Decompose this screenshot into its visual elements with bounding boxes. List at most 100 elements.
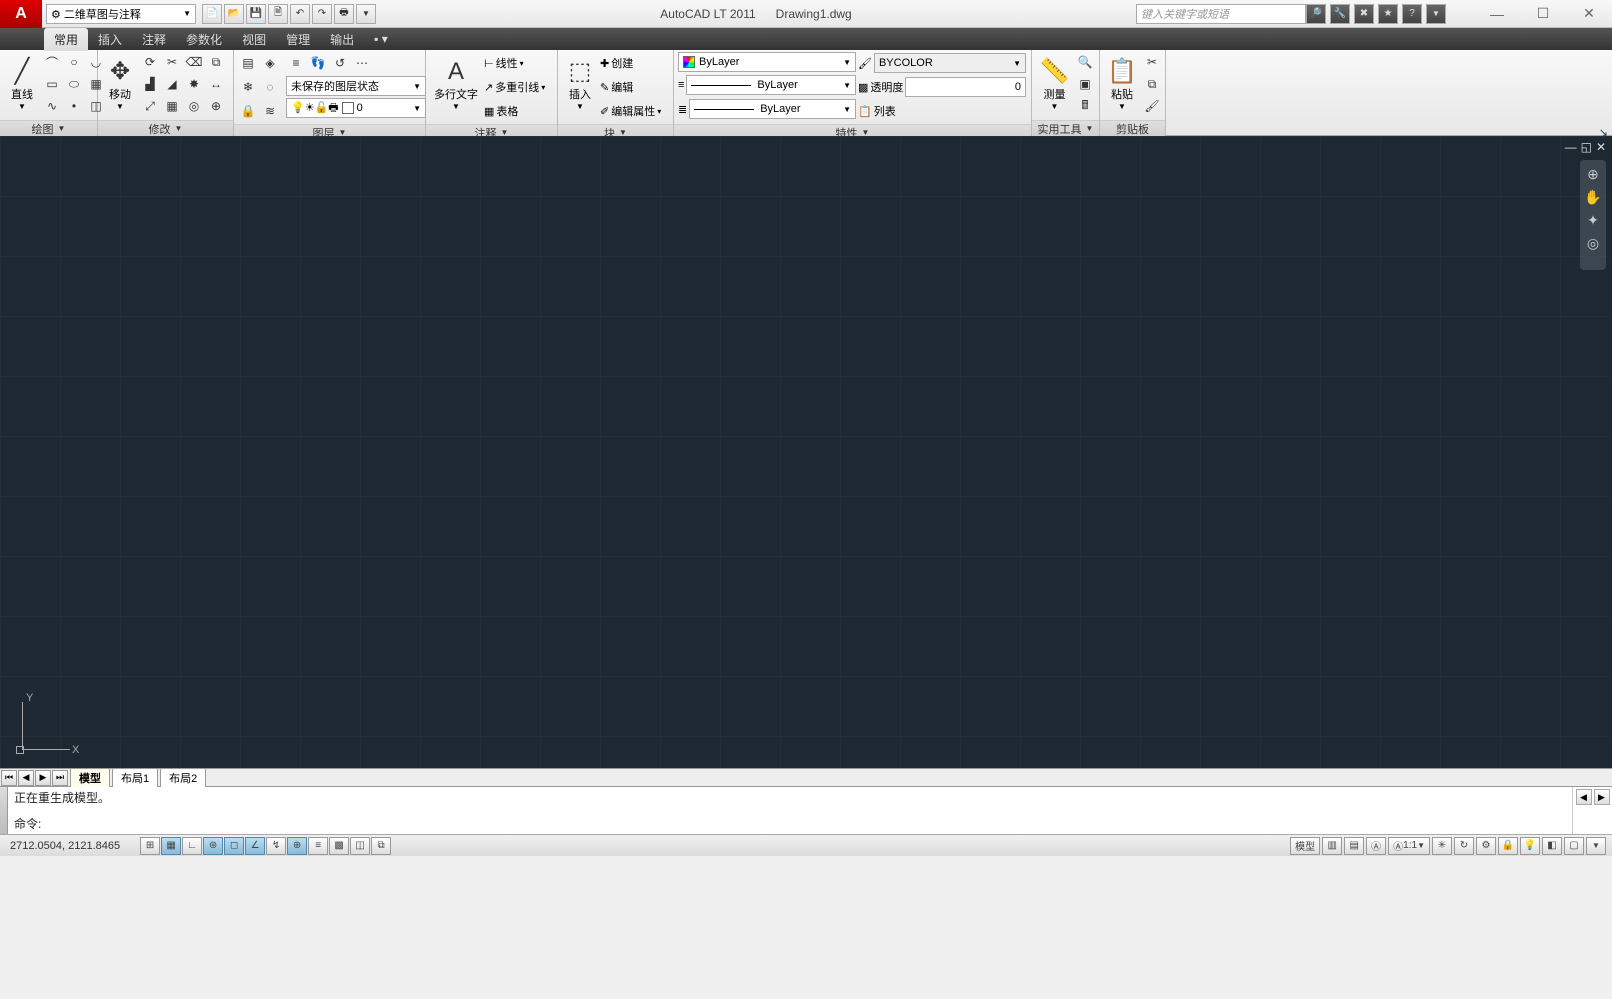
tab-output[interactable]: 输出 (320, 28, 364, 51)
linetype-combo[interactable]: ByLayer▼ (689, 99, 856, 119)
ortho-toggle[interactable]: ∟ (182, 837, 202, 855)
matchprop-icon[interactable]: 🖌 (1142, 96, 1162, 116)
steering-icon[interactable]: ◎ (1587, 235, 1599, 252)
block-create-button[interactable]: ✚ 创建 (600, 52, 661, 74)
layerstate-icon[interactable]: ≡ (286, 53, 306, 73)
layout-tab-layout1[interactable]: 布局1 (112, 768, 158, 787)
zoom-extents-icon[interactable]: ⊕ (1587, 166, 1599, 183)
quickselect-icon[interactable]: 🔍 (1075, 52, 1095, 72)
qat-redo[interactable]: ↷ (312, 4, 332, 24)
annotation-scale[interactable]: Ⓐ 1:1▼ (1388, 837, 1430, 855)
tpy-toggle[interactable]: ▩ (329, 837, 349, 855)
tab-view[interactable]: 视图 (232, 28, 276, 51)
qat-new[interactable]: 📄 (202, 4, 222, 24)
annoauto-toggle[interactable]: ↻ (1454, 837, 1474, 855)
window-maximize[interactable]: ☐ (1520, 0, 1566, 28)
stretch-icon[interactable]: ↔ (206, 74, 226, 94)
cmd-scroll-left[interactable]: ◀ (1576, 789, 1592, 805)
layerwalk-icon[interactable]: 👣 (308, 53, 328, 73)
copy-icon[interactable]: ⧉ (206, 52, 226, 72)
workspace-dropdown[interactable]: ⚙ 二维草图与注释 ▼ (46, 4, 196, 24)
scale-icon[interactable]: ⤢ (140, 96, 160, 116)
hardware-accel[interactable]: 💡 (1520, 837, 1540, 855)
qp-toggle[interactable]: ◫ (350, 837, 370, 855)
doc-minimize[interactable]: — (1565, 140, 1577, 154)
layeriso-icon[interactable]: ◈ (260, 53, 280, 73)
cmd-scroll-right[interactable]: ▶ (1594, 789, 1610, 805)
search-icon[interactable]: 🔎 (1306, 4, 1326, 24)
orbit-icon[interactable]: ✦ (1587, 212, 1599, 229)
app-menu-button[interactable]: A (0, 0, 42, 28)
command-handle[interactable] (0, 787, 8, 834)
isolate-objects[interactable]: ◧ (1542, 837, 1562, 855)
snap-toggle[interactable]: ⊞ (140, 837, 160, 855)
tab-insert[interactable]: 插入 (88, 28, 132, 51)
measure-button[interactable]: 📏 测量 ▼ (1036, 52, 1073, 118)
toolbar-lock[interactable]: 🔒 (1498, 837, 1518, 855)
fillet-icon[interactable]: ◢ (162, 74, 182, 94)
sc-toggle[interactable]: ⧉ (371, 837, 391, 855)
erase-icon[interactable]: ⌫ (184, 52, 204, 72)
paste-button[interactable]: 📋 粘贴 ▼ (1104, 52, 1140, 118)
rotate-icon[interactable]: ⟳ (140, 52, 160, 72)
tab-annotate[interactable]: 注释 (132, 28, 176, 51)
move-button[interactable]: ✥ 移动 ▼ (102, 52, 138, 118)
clean-screen[interactable]: ▢ (1564, 837, 1584, 855)
polar-toggle[interactable]: ⊛ (203, 837, 223, 855)
window-minimize[interactable]: — (1474, 0, 1520, 28)
trim-icon[interactable]: ✂ (162, 52, 182, 72)
offset-icon[interactable]: ◎ (184, 96, 204, 116)
circle-icon[interactable]: ○ (64, 52, 84, 72)
spline-icon[interactable]: ∿ (42, 96, 62, 116)
explode-icon[interactable]: ✸ (184, 74, 204, 94)
rect-icon[interactable]: ▭ (42, 74, 62, 94)
tab-next[interactable]: ▶ (35, 770, 51, 786)
status-tray-more[interactable]: ▼ (1586, 837, 1606, 855)
array-icon[interactable]: ▦ (162, 96, 182, 116)
layerprev-icon[interactable]: ↺ (330, 53, 350, 73)
annovis-toggle[interactable]: ✳ (1432, 837, 1452, 855)
polyline-icon[interactable]: ⌒ (42, 52, 62, 72)
layout-tab-layout2[interactable]: 布局2 (160, 768, 206, 787)
cut-icon[interactable]: ✂ (1142, 52, 1162, 72)
mtext-button[interactable]: A 多行文字 ▼ (430, 52, 482, 118)
line-button[interactable]: ╱ 直线 ▼ (4, 52, 40, 118)
qat-saveas[interactable]: 🗎 (268, 4, 288, 24)
tab-manage[interactable]: 管理 (276, 28, 320, 51)
qat-open[interactable]: 📂 (224, 4, 244, 24)
layeroff-icon[interactable]: ◌ (260, 77, 280, 97)
layer-state-combo[interactable]: 未保存的图层状态▼ (286, 76, 426, 96)
model-paper-toggle[interactable]: 模型 (1290, 837, 1320, 855)
quickview-layouts[interactable]: ▥ (1322, 837, 1342, 855)
qat-more[interactable]: ▼ (356, 4, 376, 24)
dyn-toggle[interactable]: ⊕ (287, 837, 307, 855)
layerfreeze-icon[interactable]: ❄ (238, 77, 258, 97)
point-icon[interactable]: • (64, 96, 84, 116)
selectall-icon[interactable]: ▣ (1075, 74, 1095, 94)
color-combo[interactable]: ByLayer▼ (678, 52, 856, 72)
layer-current-combo[interactable]: 💡☀🔓🖶 0 ▼ (286, 98, 426, 118)
calc-icon[interactable]: 🖩 (1075, 96, 1095, 116)
block-edit-button[interactable]: ✎ 编辑 (600, 76, 661, 98)
tab-prev[interactable]: ◀ (18, 770, 34, 786)
doc-restore[interactable]: ◱ (1581, 140, 1592, 154)
transparency-input[interactable]: 0 (905, 77, 1026, 97)
quickview-drawings[interactable]: ▤ (1344, 837, 1364, 855)
dim-linear-button[interactable]: ⊢ 线性 ▾ (484, 52, 545, 74)
list-button[interactable]: 📋 列表 (858, 100, 1026, 122)
table-button[interactable]: ▦ 表格 (484, 100, 545, 122)
tab-first[interactable]: ⏮ (1, 770, 17, 786)
help-dropdown[interactable]: ▼ (1426, 4, 1446, 24)
infocenter-search[interactable]: 键入关键字或短语 (1136, 4, 1306, 24)
plotstyle-combo[interactable]: BYCOLOR▼ (874, 53, 1026, 73)
qat-save[interactable]: 💾 (246, 4, 266, 24)
lwt-toggle[interactable]: ≡ (308, 837, 328, 855)
insert-block-button[interactable]: ⬚ 插入 ▼ (562, 52, 598, 118)
tab-extra[interactable]: ▪ ▾ (364, 29, 398, 49)
mirror-icon[interactable]: ▟ (140, 74, 160, 94)
favorite-icon[interactable]: ★ (1378, 4, 1398, 24)
command-line[interactable]: 正在重生成模型。 命令: ◀▶ (0, 786, 1612, 834)
exchange-icon[interactable]: ✖ (1354, 4, 1374, 24)
tab-parametric[interactable]: 参数化 (176, 28, 232, 51)
qat-print[interactable]: 🖶 (334, 4, 354, 24)
